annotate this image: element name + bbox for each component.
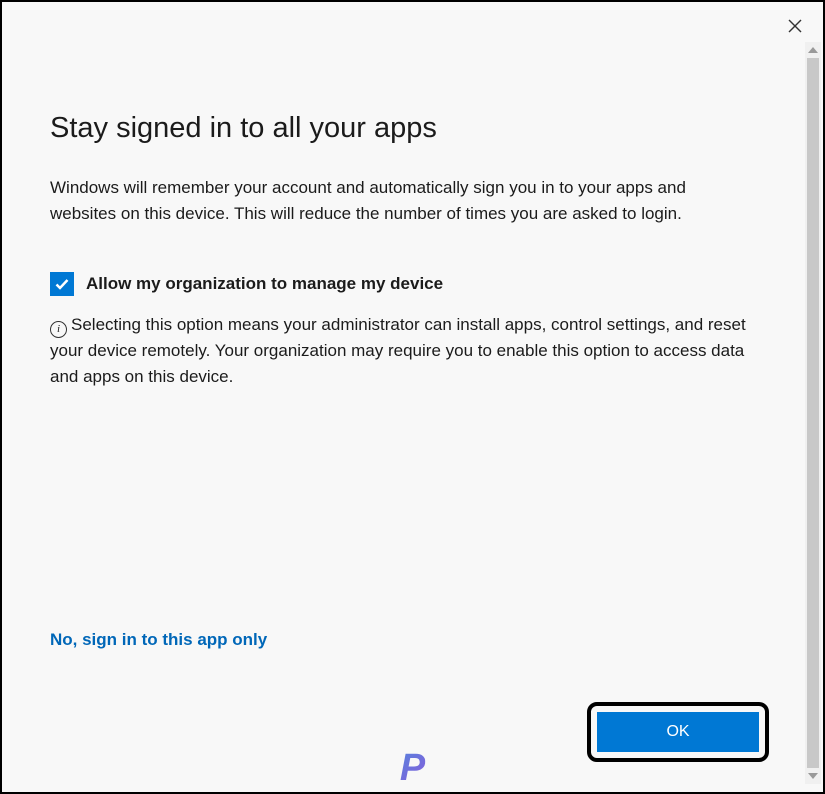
vertical-scrollbar[interactable] (805, 42, 821, 784)
option-description: iSelecting this option means your admini… (50, 312, 750, 391)
ok-button[interactable]: OK (597, 712, 759, 752)
scrollbar-thumb[interactable] (807, 58, 819, 768)
dialog-window: Stay signed in to all your apps Windows … (0, 0, 825, 794)
manage-device-checkbox[interactable] (50, 272, 74, 296)
checkmark-icon (54, 276, 70, 292)
dialog-footer: No, sign in to this app only OK (50, 630, 769, 762)
manage-device-option: Allow my organization to manage my devic… (50, 272, 750, 296)
manage-device-label: Allow my organization to manage my devic… (86, 274, 443, 294)
dialog-title: Stay signed in to all your apps (50, 112, 750, 145)
dialog-description: Windows will remember your account and a… (50, 175, 750, 228)
ok-button-highlight: OK (587, 702, 769, 762)
info-icon: i (50, 321, 67, 338)
dialog-content: Stay signed in to all your apps Windows … (2, 2, 805, 792)
scroll-up-arrow-icon[interactable] (805, 42, 821, 58)
scroll-down-arrow-icon[interactable] (805, 768, 821, 784)
option-description-text: Selecting this option means your adminis… (50, 315, 746, 387)
sign-in-app-only-link[interactable]: No, sign in to this app only (50, 630, 769, 650)
